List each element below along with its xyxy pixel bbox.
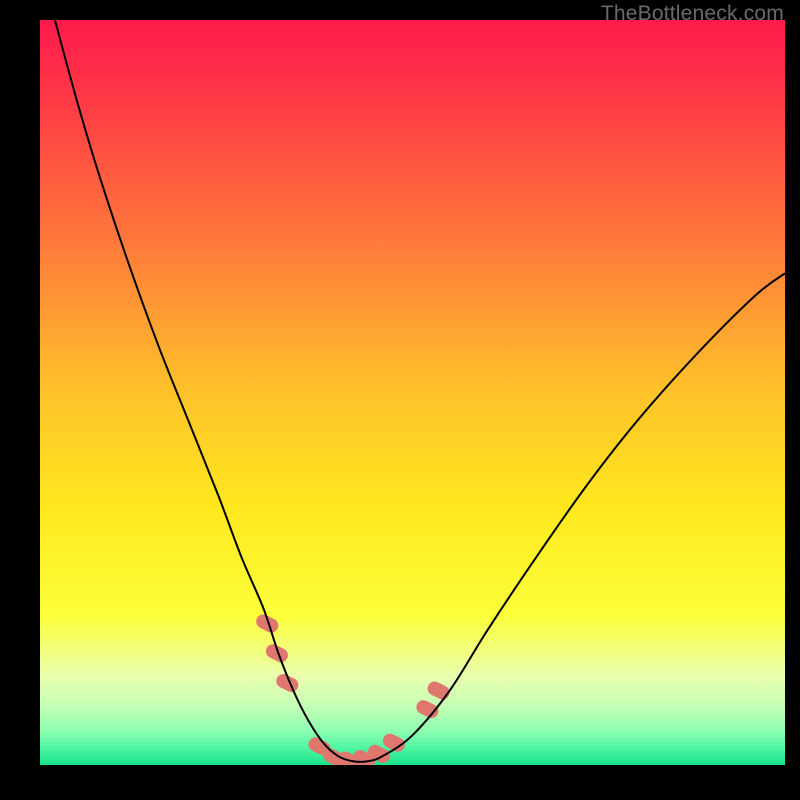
watermark-text: TheBottleneck.com bbox=[601, 2, 784, 26]
plot-area bbox=[40, 20, 785, 765]
highlight-markers bbox=[263, 621, 442, 762]
bottleneck-curve bbox=[55, 20, 785, 762]
curve-layer bbox=[40, 20, 785, 765]
chart-frame: TheBottleneck.com bbox=[0, 0, 800, 800]
